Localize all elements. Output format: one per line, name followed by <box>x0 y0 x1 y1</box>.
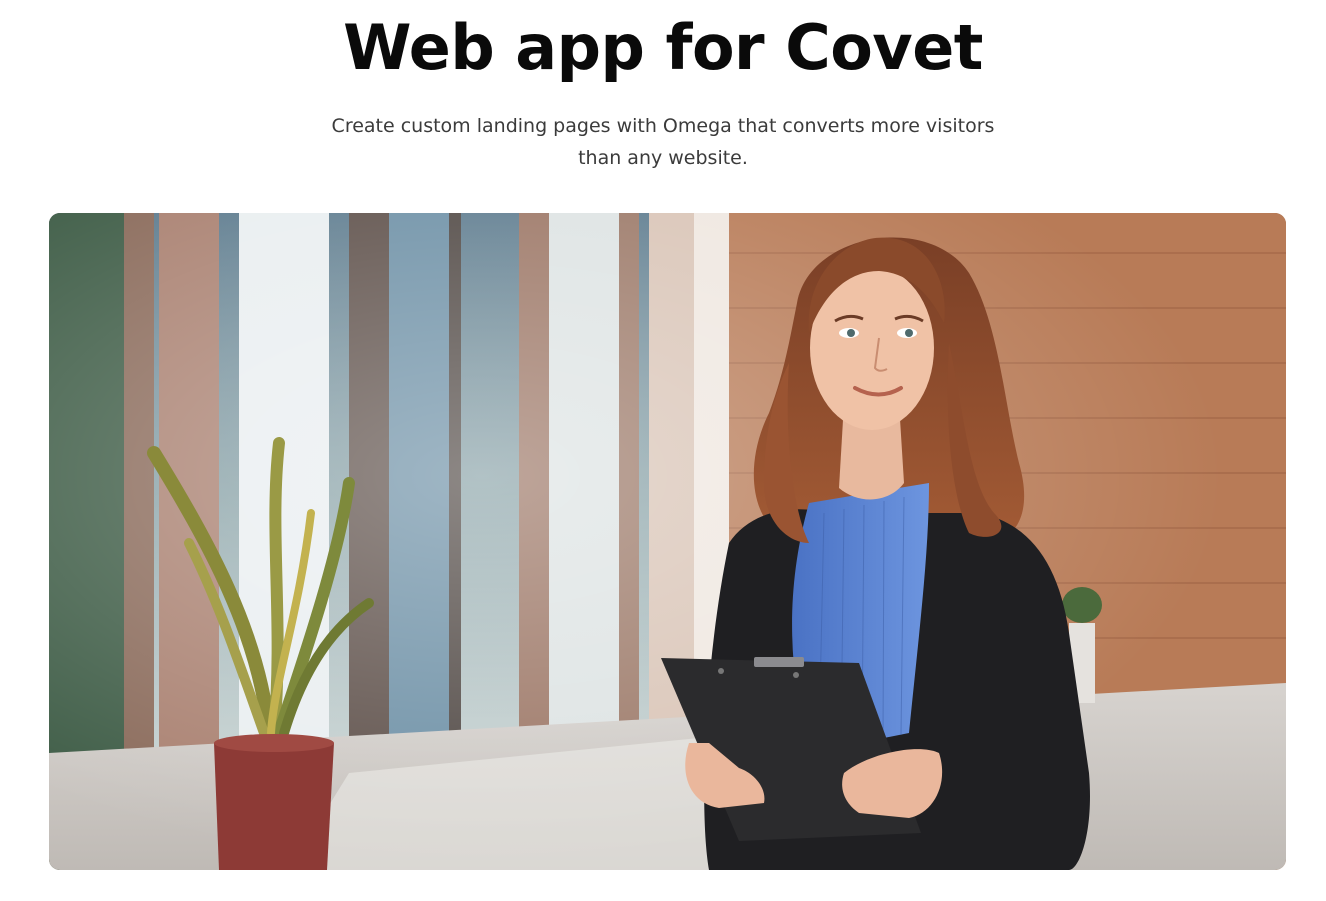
subtitle-line-2: than any website. <box>578 147 748 169</box>
page-title: Web app for Covet <box>343 11 983 84</box>
hero-section: Web app for Covet Create custom landing … <box>0 0 1326 901</box>
hero-image <box>49 213 1286 870</box>
subtitle-line-1: Create custom landing pages with Omega t… <box>331 115 995 137</box>
hero-photo-illustration <box>49 213 1286 870</box>
page-subtitle: Create custom landing pages with Omega t… <box>330 110 996 174</box>
